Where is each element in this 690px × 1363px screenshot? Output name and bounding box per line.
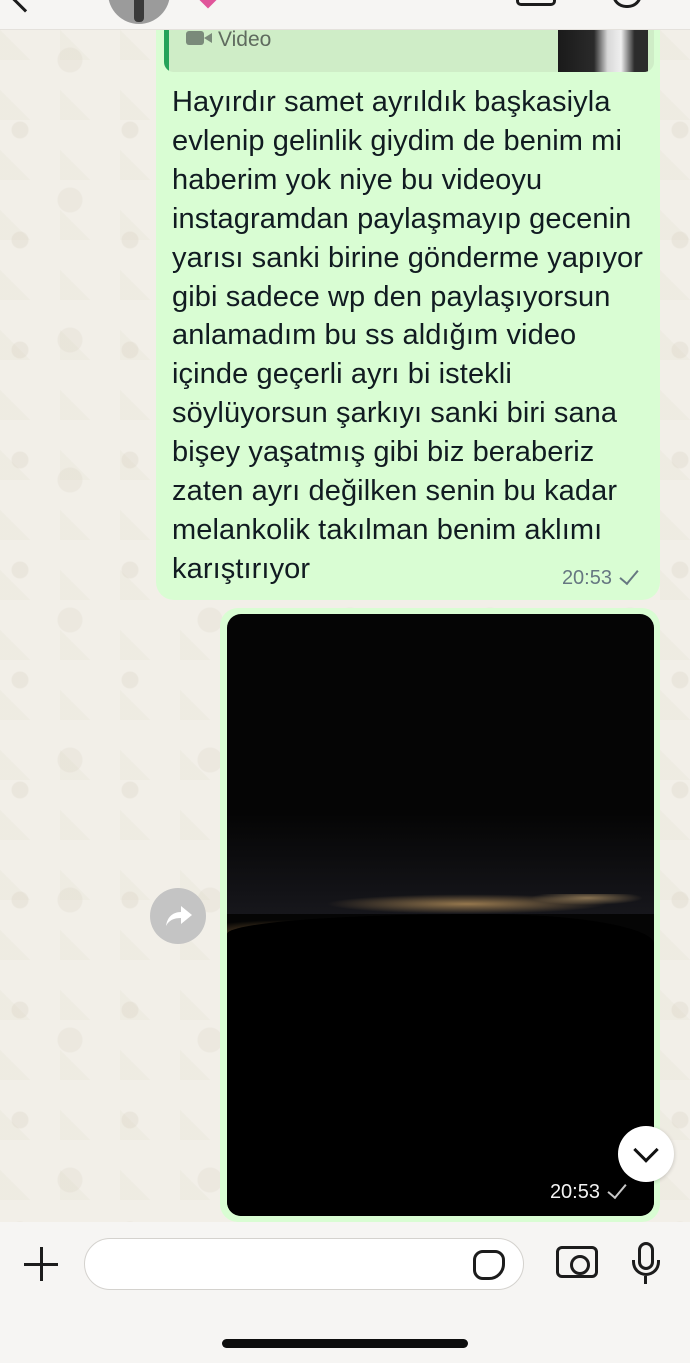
heart-icon — [199, 0, 217, 9]
mic-stand — [632, 1260, 660, 1276]
chat-header — [0, 0, 690, 30]
forward-button[interactable] — [150, 888, 206, 944]
chevron-down-icon — [633, 1137, 659, 1163]
quote-bar — [164, 30, 169, 72]
video-camera-icon — [186, 31, 212, 45]
outgoing-video-bubble[interactable]: 20:53 — [220, 608, 660, 1222]
scroll-to-bottom-button[interactable] — [618, 1126, 674, 1182]
outgoing-message-bubble[interactable]: Video Hayırdır samet ayrıldık başkasiyla… — [156, 30, 660, 600]
forward-arrow-icon — [166, 906, 192, 926]
avatar[interactable] — [108, 0, 170, 24]
quoted-message[interactable]: Video — [164, 30, 654, 72]
sticker-icon[interactable] — [473, 1250, 505, 1280]
quoted-message-type: Video — [218, 30, 272, 51]
video-thumbnail[interactable]: 20:53 — [227, 614, 654, 1216]
plus-icon[interactable] — [24, 1247, 58, 1281]
message-timestamp: 20:53 — [561, 567, 612, 589]
mic-stem — [644, 1276, 647, 1284]
quoted-video-thumbnail — [558, 30, 648, 72]
phone-icon[interactable] — [612, 0, 642, 8]
video-hill — [227, 914, 654, 1216]
video-timestamp: 20:53 — [549, 1181, 600, 1203]
back-chevron-icon[interactable] — [9, 0, 41, 13]
video-call-icon[interactable] — [516, 0, 556, 6]
message-input[interactable] — [84, 1238, 524, 1290]
home-indicator — [222, 1339, 468, 1348]
message-text: Hayırdır samet ayrıldık başkasiyla evlen… — [172, 86, 644, 585]
composer-bar — [0, 1222, 690, 1363]
camera-icon[interactable] — [556, 1246, 598, 1278]
